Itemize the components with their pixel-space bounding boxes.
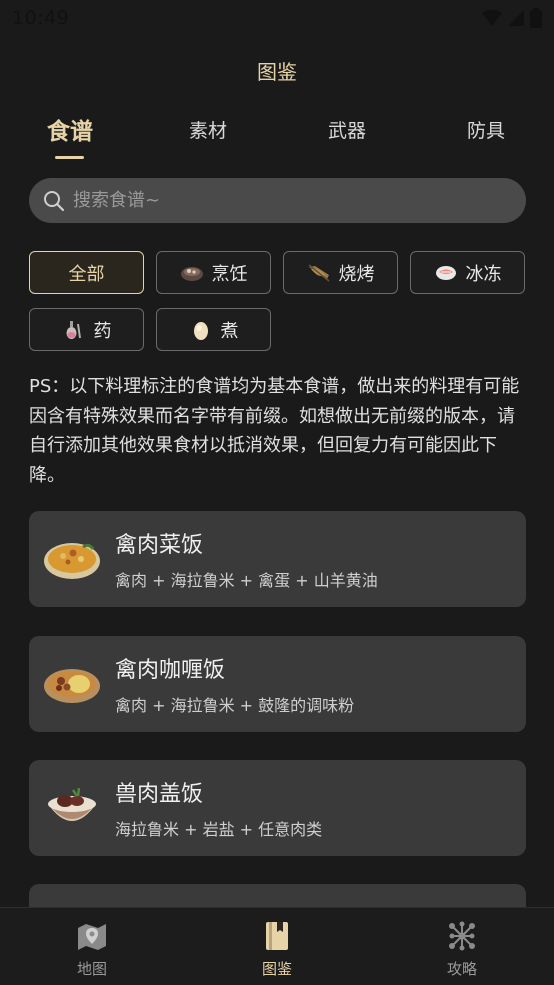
status-icons	[482, 8, 542, 28]
search-bar[interactable]	[29, 178, 526, 223]
recipe-ingredients: 海拉鲁米 + 岩盐 + 任意肉类	[115, 820, 323, 839]
network-icon	[449, 921, 475, 951]
poultry-curry-icon	[44, 669, 100, 703]
cooking-pot-icon	[180, 266, 203, 281]
search-icon	[44, 190, 65, 211]
nav-encyclopedia[interactable]: 图鉴	[217, 908, 337, 979]
bottom-nav: 地图 图鉴 攻略	[0, 907, 554, 985]
filter-roasting[interactable]: 烧烤	[283, 251, 398, 294]
search-input[interactable]	[73, 190, 493, 211]
recipe-ingredients: 禽肉 + 海拉鲁米 + 禽蛋 + 山羊黄油	[115, 571, 378, 590]
boiled-egg-icon	[193, 321, 208, 340]
status-time: 10:49	[12, 7, 70, 29]
nav-map[interactable]: 地图	[32, 908, 152, 979]
tab-armor[interactable]: 防具	[467, 116, 505, 143]
tab-materials[interactable]: 素材	[189, 116, 227, 143]
filter-label: 煮	[220, 320, 239, 342]
page-title: 图鉴	[257, 60, 297, 84]
tab-recipes[interactable]: 食谱	[47, 112, 93, 146]
recipe-name: 禽肉菜饭	[115, 533, 204, 558]
frozen-food-icon	[435, 265, 456, 280]
poultry-pilaf-icon	[44, 543, 100, 579]
recipe-card-meat-rice-bowl[interactable]: 兽肉盖饭 海拉鲁米 + 岩盐 + 任意肉类	[29, 760, 526, 856]
battery-icon	[530, 8, 542, 28]
status-bar: 10:49	[0, 0, 554, 36]
active-tab-indicator	[55, 156, 84, 159]
filter-label: 冰冻	[465, 263, 502, 285]
filter-label: 全部	[68, 263, 105, 285]
recipe-card-poultry-curry[interactable]: 禽肉咖喱饭 禽肉 + 海拉鲁米 + 鼓隆的调味粉	[29, 636, 526, 732]
filter-frozen[interactable]: 冰冻	[410, 251, 525, 294]
recipe-ingredients: 禽肉 + 海拉鲁米 + 鼓隆的调味粉	[115, 696, 355, 715]
recipe-note: PS：以下料理标注的食谱均为基本食谱，做出来的料理有可能因含有特殊效果而名字带有…	[29, 376, 520, 486]
book-icon	[266, 922, 288, 950]
signal-icon	[508, 10, 524, 26]
filter-elixir[interactable]: 药	[29, 308, 144, 351]
recipe-card-poultry-pilaf[interactable]: 禽肉菜饭 禽肉 + 海拉鲁米 + 禽蛋 + 山羊黄油	[29, 511, 526, 607]
nav-label: 攻略	[446, 960, 477, 978]
filter-label: 药	[93, 320, 112, 342]
filter-boiled[interactable]: 煮	[156, 308, 271, 351]
filter-all[interactable]: 全部	[29, 251, 144, 294]
category-tabs: 食谱 素材 武器 防具	[0, 116, 554, 164]
recipe-name: 兽肉盖饭	[115, 782, 204, 807]
meat-rice-bowl-icon	[48, 787, 96, 821]
tab-weapons[interactable]: 武器	[328, 116, 366, 143]
nav-label: 地图	[76, 960, 107, 978]
roast-fish-icon	[308, 263, 329, 282]
filter-cooking[interactable]: 烹饪	[156, 251, 271, 294]
filter-label: 烹饪	[211, 263, 248, 285]
recipe-name: 禽肉咖喱饭	[115, 658, 226, 683]
nav-label: 图鉴	[261, 960, 292, 978]
elixir-bottle-icon	[66, 320, 81, 339]
filter-label: 烧烤	[338, 263, 375, 285]
wifi-icon	[482, 9, 502, 26]
map-icon	[78, 924, 106, 950]
nav-guides[interactable]: 攻略	[402, 908, 522, 979]
